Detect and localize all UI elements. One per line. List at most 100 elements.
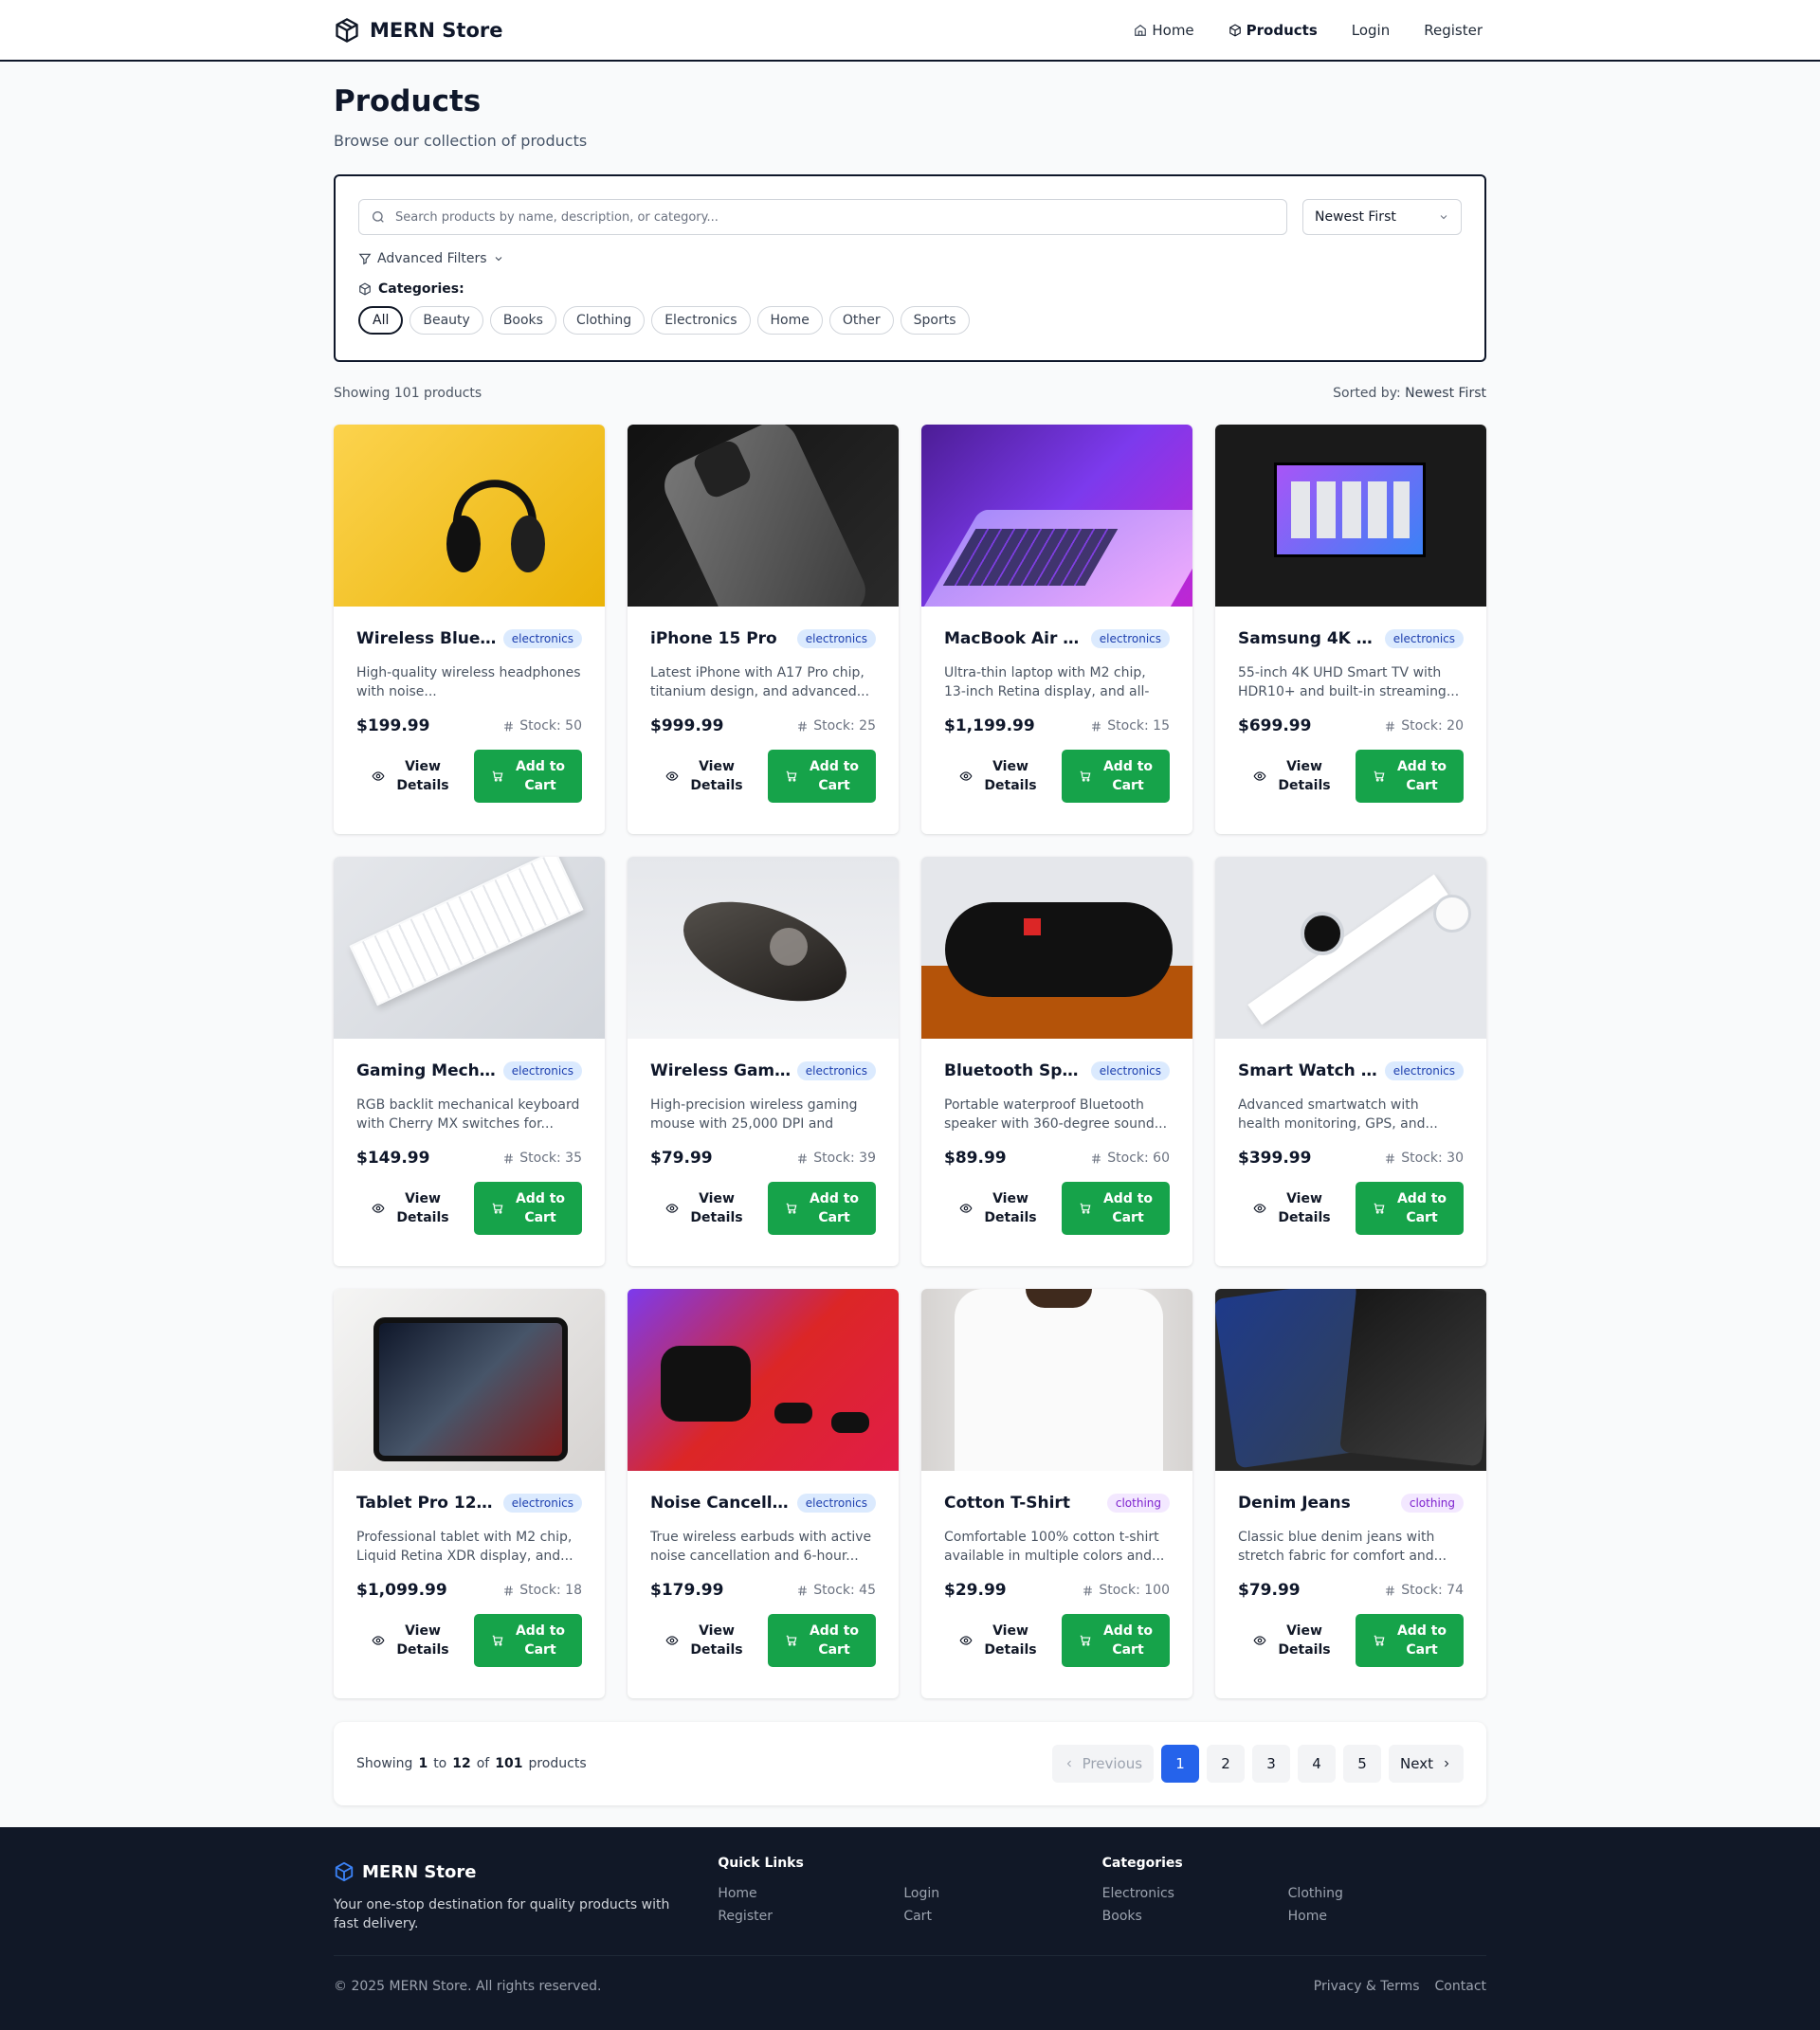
- footer-category-electronics[interactable]: Electronics: [1102, 1886, 1288, 1901]
- page-button-5[interactable]: 5: [1343, 1745, 1382, 1783]
- product-name[interactable]: Bluetooth Spea...: [944, 1061, 1085, 1080]
- page-button-4[interactable]: 4: [1298, 1745, 1337, 1783]
- view-details-button[interactable]: View Details: [650, 1614, 758, 1667]
- product-card[interactable]: Smart Watch S... electronics Advanced sm…: [1215, 857, 1486, 1266]
- product-card[interactable]: MacBook Air M2 electronics Ultra-thin la…: [921, 425, 1192, 834]
- product-name[interactable]: Tablet Pro 12.9": [356, 1494, 498, 1513]
- view-details-button[interactable]: View Details: [356, 1614, 464, 1667]
- footer-link-register[interactable]: Register: [718, 1909, 903, 1924]
- next-page-button[interactable]: Next: [1389, 1745, 1464, 1783]
- brand-logo[interactable]: MERN Store: [334, 17, 503, 44]
- footer-category-books[interactable]: Books: [1102, 1909, 1288, 1924]
- cart-label-line1: Add to: [1102, 1191, 1154, 1206]
- product-card[interactable]: Tablet Pro 12.9" electronics Professiona…: [334, 1289, 605, 1698]
- laptop-image[interactable]: [921, 425, 1192, 607]
- view-details-button[interactable]: View Details: [1238, 1614, 1346, 1667]
- earbuds-image[interactable]: [628, 1289, 899, 1471]
- product-name[interactable]: Smart Watch S...: [1238, 1061, 1379, 1080]
- product-name[interactable]: Noise Cancellin...: [650, 1494, 792, 1513]
- add-to-cart-button[interactable]: Add to Cart: [768, 1614, 876, 1667]
- nav-register-link[interactable]: Register: [1420, 16, 1486, 45]
- add-to-cart-button[interactable]: Add to Cart: [1356, 750, 1464, 803]
- view-details-button[interactable]: View Details: [356, 1182, 464, 1235]
- add-to-cart-button[interactable]: Add to Cart: [1356, 1182, 1464, 1235]
- search-input[interactable]: Search products by name, description, or…: [358, 199, 1287, 235]
- sort-select[interactable]: Newest First: [1302, 199, 1462, 235]
- product-name[interactable]: Gaming Mecha...: [356, 1061, 498, 1080]
- footer-link-cart[interactable]: Cart: [903, 1909, 1089, 1924]
- view-details-button[interactable]: View Details: [356, 750, 464, 803]
- category-chip-clothing[interactable]: Clothing: [562, 306, 646, 335]
- product-name[interactable]: Samsung 4K S...: [1238, 629, 1379, 648]
- privacy-terms-link[interactable]: Privacy & Terms: [1314, 1979, 1420, 1994]
- page-button-2[interactable]: 2: [1207, 1745, 1246, 1783]
- category-chip-electronics[interactable]: Electronics: [651, 306, 751, 335]
- product-name[interactable]: Denim Jeans: [1238, 1494, 1351, 1513]
- product-card[interactable]: Gaming Mecha... electronics RGB backlit …: [334, 857, 605, 1266]
- page-button-3[interactable]: 3: [1252, 1745, 1291, 1783]
- footer-category-home[interactable]: Home: [1288, 1909, 1474, 1924]
- product-card[interactable]: iPhone 15 Pro electronics Latest iPhone …: [628, 425, 899, 834]
- tshirt-image[interactable]: [921, 1289, 1192, 1471]
- nav-products-link[interactable]: Products: [1225, 16, 1321, 45]
- add-to-cart-button[interactable]: Add to Cart: [474, 750, 582, 803]
- product-name[interactable]: iPhone 15 Pro: [650, 629, 777, 648]
- category-chip-other[interactable]: Other: [828, 306, 894, 335]
- view-details-button[interactable]: View Details: [650, 750, 758, 803]
- view-details-button[interactable]: View Details: [944, 1614, 1052, 1667]
- mouse-image[interactable]: [628, 857, 899, 1039]
- category-chip-home[interactable]: Home: [756, 306, 823, 335]
- add-to-cart-button[interactable]: Add to Cart: [768, 750, 876, 803]
- phone-image[interactable]: [628, 425, 899, 607]
- product-card[interactable]: Wireless Gami... electronics High-precis…: [628, 857, 899, 1266]
- product-card[interactable]: Cotton T-Shirt clothing Comfortable 100%…: [921, 1289, 1192, 1698]
- category-chip-books[interactable]: Books: [489, 306, 556, 335]
- add-to-cart-button[interactable]: Add to Cart: [1062, 1614, 1170, 1667]
- product-name[interactable]: MacBook Air M2: [944, 629, 1085, 648]
- nav-home-link[interactable]: Home: [1130, 16, 1197, 45]
- view-details-button[interactable]: View Details: [944, 750, 1052, 803]
- view-label-line1: View: [699, 1191, 735, 1206]
- contact-link[interactable]: Contact: [1435, 1979, 1486, 1994]
- view-details-button[interactable]: View Details: [1238, 750, 1346, 803]
- pagination-info: Showing 1 to 12 of 101 products: [356, 1756, 587, 1771]
- tv-image[interactable]: [1215, 425, 1486, 607]
- category-chip-beauty[interactable]: Beauty: [410, 306, 483, 335]
- product-name[interactable]: Wireless Gami...: [650, 1061, 792, 1080]
- product-name[interactable]: Wireless Blueto...: [356, 629, 498, 648]
- product-card[interactable]: Denim Jeans clothing Classic blue denim …: [1215, 1289, 1486, 1698]
- watch-image[interactable]: [1215, 857, 1486, 1039]
- speaker-image[interactable]: [921, 857, 1192, 1039]
- previous-label: Previous: [1082, 1755, 1143, 1772]
- add-to-cart-button[interactable]: Add to Cart: [1062, 1182, 1170, 1235]
- advanced-filters-toggle[interactable]: Advanced Filters: [358, 251, 1462, 266]
- footer-link-login[interactable]: Login: [903, 1886, 1089, 1901]
- product-card[interactable]: Noise Cancellin... electronics True wire…: [628, 1289, 899, 1698]
- jeans-image[interactable]: [1215, 1289, 1486, 1471]
- product-name[interactable]: Cotton T-Shirt: [944, 1494, 1070, 1513]
- product-card[interactable]: Samsung 4K S... electronics 55-inch 4K U…: [1215, 425, 1486, 834]
- keyboard-image[interactable]: [334, 857, 605, 1039]
- page-button-1[interactable]: 1: [1161, 1745, 1200, 1783]
- tablet-image[interactable]: [334, 1289, 605, 1471]
- add-to-cart-button[interactable]: Add to Cart: [1356, 1614, 1464, 1667]
- product-stock: Stock: 60: [1090, 1151, 1170, 1166]
- footer-link-home[interactable]: Home: [718, 1886, 903, 1901]
- view-details-button[interactable]: View Details: [944, 1182, 1052, 1235]
- add-to-cart-button[interactable]: Add to Cart: [474, 1182, 582, 1235]
- nav-login-link[interactable]: Login: [1348, 16, 1393, 45]
- product-card[interactable]: Bluetooth Spea... electronics Portable w…: [921, 857, 1192, 1266]
- previous-page-button[interactable]: Previous: [1051, 1745, 1155, 1783]
- add-to-cart-button[interactable]: Add to Cart: [1062, 750, 1170, 803]
- product-card[interactable]: Wireless Blueto... electronics High-qual…: [334, 425, 605, 834]
- footer-brand[interactable]: MERN Store: [334, 1861, 718, 1882]
- category-chip-sports[interactable]: Sports: [900, 306, 970, 335]
- category-chip-all[interactable]: All: [358, 306, 404, 335]
- add-to-cart-button[interactable]: Add to Cart: [768, 1182, 876, 1235]
- view-details-button[interactable]: View Details: [650, 1182, 758, 1235]
- footer-category-clothing[interactable]: Clothing: [1288, 1886, 1474, 1901]
- headphones-image[interactable]: [334, 425, 605, 607]
- view-details-button[interactable]: View Details: [1238, 1182, 1346, 1235]
- product-stock-label: Stock: 25: [813, 718, 876, 734]
- add-to-cart-button[interactable]: Add to Cart: [474, 1614, 582, 1667]
